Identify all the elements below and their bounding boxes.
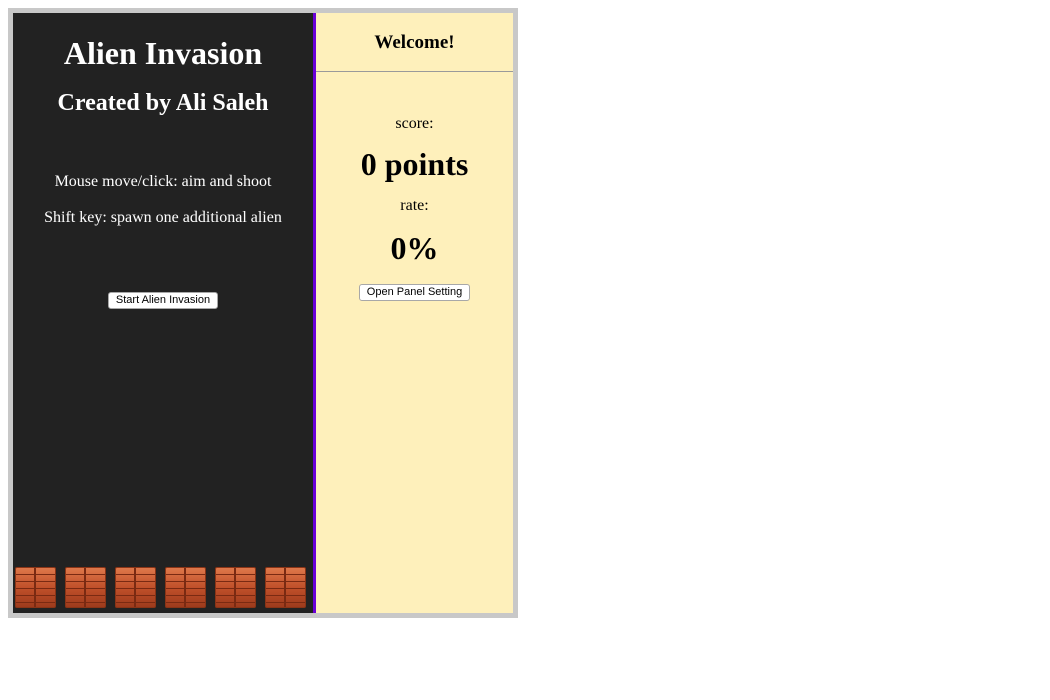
brick-block [115, 567, 156, 608]
rate-label: rate: [400, 197, 429, 214]
brick-block [265, 567, 306, 608]
start-game-button[interactable]: Start Alien Invasion [107, 292, 219, 309]
brick-wall [15, 567, 315, 608]
brick-block [215, 567, 256, 608]
rate-value: 0% [390, 230, 439, 266]
welcome-heading: Welcome! [316, 13, 513, 72]
brick-block [65, 567, 106, 608]
score-label: score: [395, 115, 434, 132]
app-frame: Alien Invasion Created by Ali Saleh Mous… [8, 8, 518, 618]
score-panel: Welcome! score: 0 points rate: 0% Open P… [316, 13, 513, 613]
open-panel-settings-button[interactable]: Open Panel Setting [358, 284, 471, 301]
game-area[interactable]: Alien Invasion Created by Ali Saleh Mous… [13, 13, 313, 613]
brick-block [15, 567, 56, 608]
game-title: Alien Invasion [63, 35, 263, 71]
instruction-mouse: Mouse move/click: aim and shoot [54, 173, 272, 190]
brick-block [165, 567, 206, 608]
game-subtitle: Created by Ali Saleh [57, 90, 269, 116]
score-value: 0 points [360, 146, 469, 182]
instruction-shift: Shift key: spawn one additional alien [44, 209, 282, 226]
